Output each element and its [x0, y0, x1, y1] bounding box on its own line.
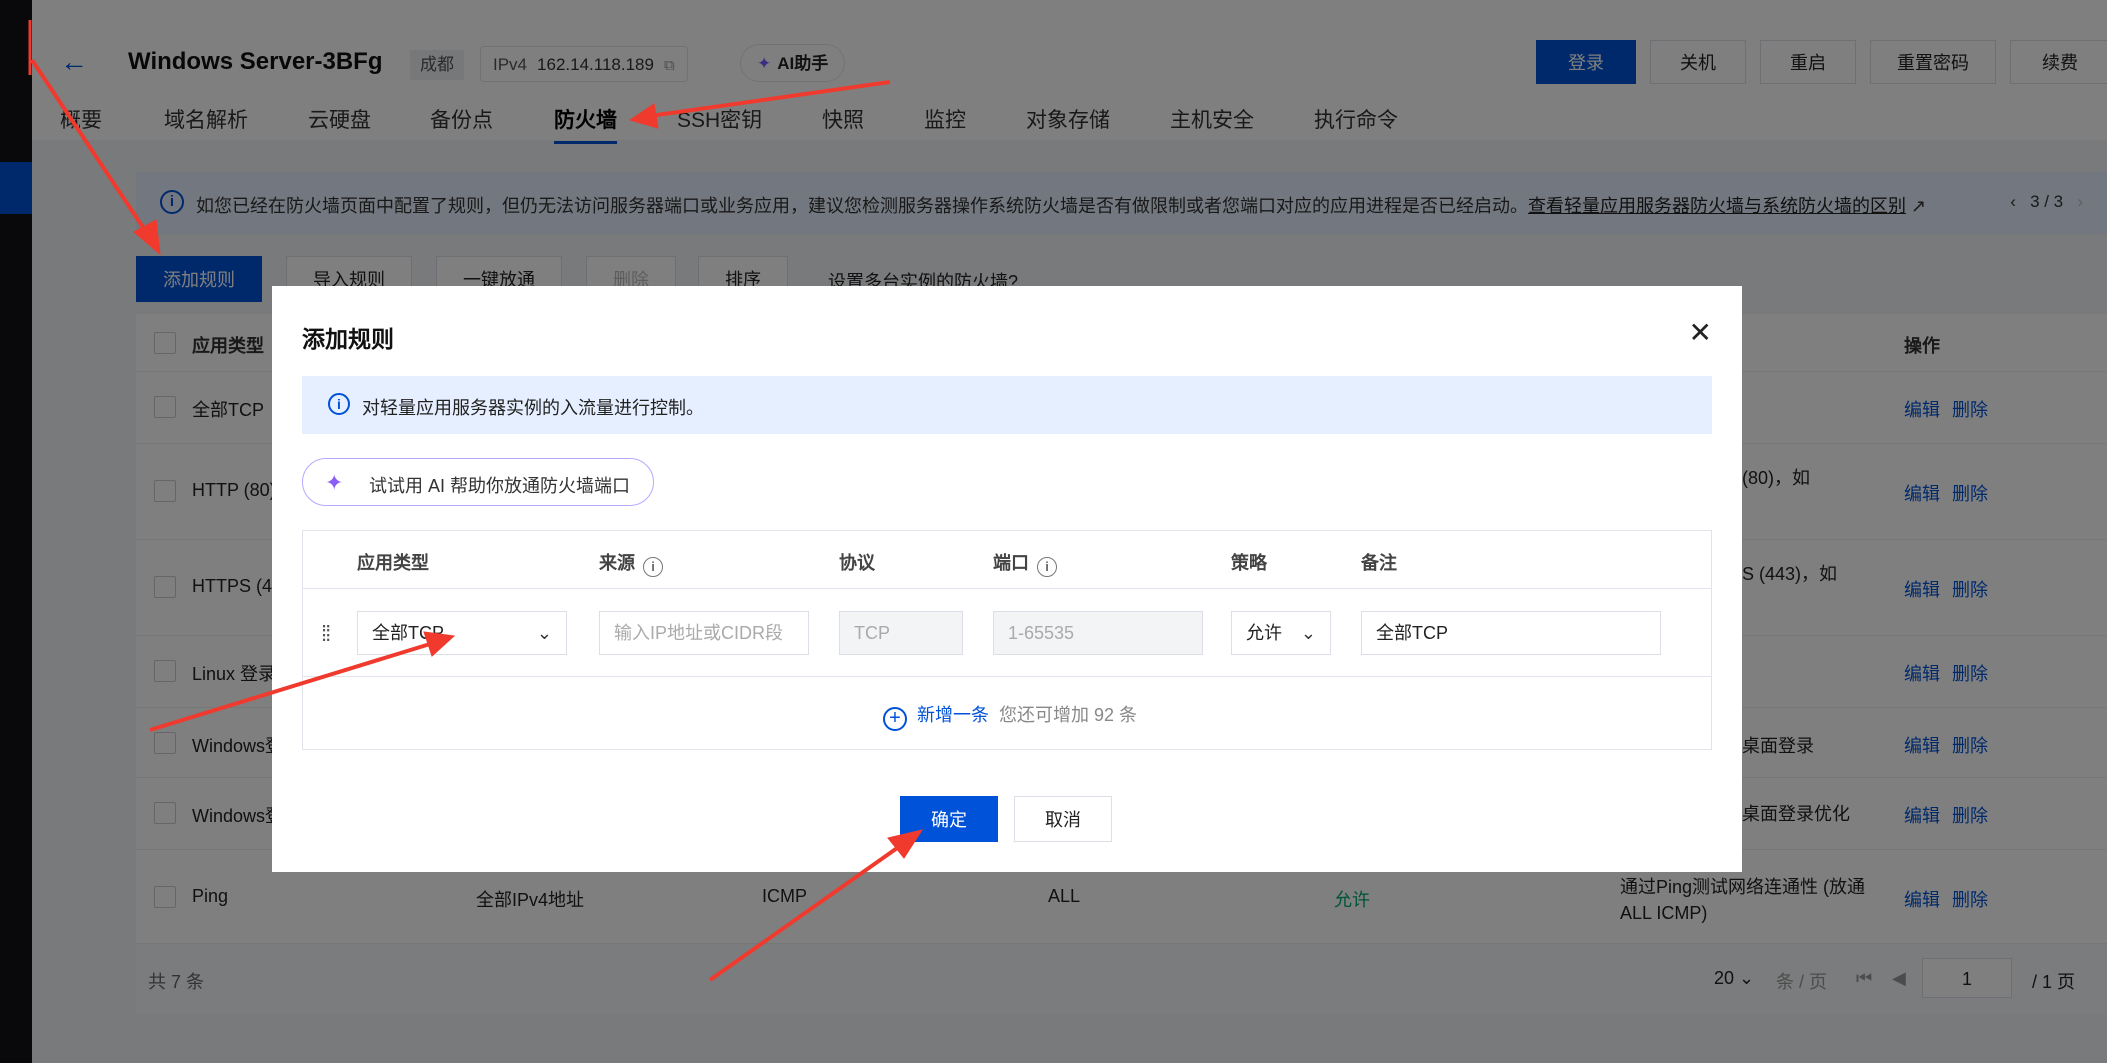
- ai-help-label: 试试用 AI 帮助你放通防火墙端口: [369, 476, 631, 496]
- col-type: 应用类型: [357, 553, 429, 573]
- col-note: 备注: [1361, 553, 1397, 573]
- col-source-label: 来源: [599, 553, 635, 573]
- add-row-area: + 新增一条 您还可增加 92 条: [303, 677, 1711, 751]
- rule-editor: 应用类型 来源 i 协议 端口 i 策略 备注 ⁞⁞ 全部TCP ⌄ 输入IP地址或C…: [302, 530, 1712, 750]
- dialog-title: 添加规则: [302, 326, 394, 352]
- drag-handle-icon[interactable]: ⁞⁞: [321, 621, 331, 647]
- col-policy: 策略: [1231, 553, 1267, 573]
- cancel-button[interactable]: 取消: [1014, 796, 1112, 842]
- col-source: 来源 i: [599, 549, 663, 577]
- help-icon[interactable]: i: [1037, 557, 1057, 577]
- chevron-down-icon: ⌄: [1300, 623, 1316, 643]
- policy-select[interactable]: 允许 ⌄: [1231, 611, 1331, 655]
- col-protocol: 协议: [839, 553, 875, 573]
- note-input[interactable]: 全部TCP: [1361, 611, 1661, 655]
- chevron-down-icon: ⌄: [536, 623, 552, 643]
- info-icon: i: [328, 393, 350, 415]
- rule-row: ⁞⁞ 全部TCP ⌄ 输入IP地址或CIDR段 TCP 1-65535 允许 ⌄ 全…: [303, 589, 1711, 677]
- dialog-info-text: 对轻量应用服务器实例的入流量进行控制。: [362, 398, 704, 418]
- port-field: 1-65535: [993, 611, 1203, 655]
- add-row-link[interactable]: 新增一条: [917, 705, 989, 725]
- type-select-value: 全部TCP: [372, 623, 444, 643]
- policy-select-value: 允许: [1246, 623, 1282, 643]
- dialog-info-banner: i 对轻量应用服务器实例的入流量进行控制。: [302, 376, 1712, 434]
- col-port: 端口 i: [993, 549, 1057, 577]
- type-select[interactable]: 全部TCP ⌄: [357, 611, 567, 655]
- ai-sparkle-icon: ✦: [325, 470, 344, 495]
- confirm-button[interactable]: 确定: [900, 796, 998, 842]
- ai-help-button[interactable]: ✦ 试试用 AI 帮助你放通防火墙端口: [302, 458, 654, 506]
- help-icon[interactable]: i: [643, 557, 663, 577]
- add-rule-dialog: 添加规则 ✕ i 对轻量应用服务器实例的入流量进行控制。 ✦ 试试用 AI 帮助…: [272, 286, 1742, 872]
- close-icon[interactable]: ✕: [1689, 316, 1712, 349]
- col-port-label: 端口: [993, 553, 1029, 573]
- protocol-field: TCP: [839, 611, 963, 655]
- rule-header-row: 应用类型 来源 i 协议 端口 i 策略 备注: [303, 531, 1711, 589]
- add-row: + 新增一条 您还可增加 92 条: [883, 701, 1137, 731]
- plus-circle-icon[interactable]: +: [883, 707, 907, 731]
- add-row-hint: 您还可增加 92 条: [999, 705, 1138, 725]
- source-input[interactable]: 输入IP地址或CIDR段: [599, 611, 809, 655]
